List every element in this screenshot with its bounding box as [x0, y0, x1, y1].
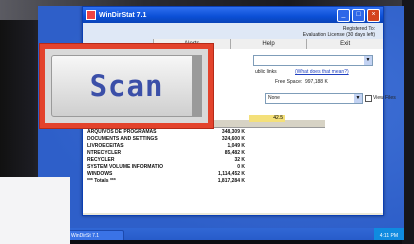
- window-title: WinDirStat 7.1: [99, 11, 147, 19]
- free-space-value: 997,188 K: [305, 79, 328, 85]
- folder-size: 32 K: [234, 157, 245, 163]
- folder-size: 1,049 K: [227, 143, 245, 149]
- taskbar: start WinDirSt 7.1 4:11 PM: [38, 228, 404, 240]
- title-bar[interactable]: WinDirStat 7.1 _ □ ×: [83, 7, 383, 23]
- view-files-checkbox[interactable]: [365, 95, 372, 102]
- minimize-button[interactable]: _: [337, 8, 350, 22]
- filter-select[interactable]: None ▼: [265, 93, 363, 104]
- menu-exit[interactable]: Exit: [306, 39, 384, 49]
- license-label: Evaluation License (30 days left): [302, 32, 375, 38]
- table-row[interactable]: ARQUIVOS DE PROGRAMAS 348,309 K: [87, 129, 387, 136]
- scan-button-edge: [192, 55, 202, 117]
- totals-label: *** Totals ***: [87, 178, 116, 184]
- table-row[interactable]: WINDOWS 1,114,452 K: [87, 171, 387, 178]
- menu-help[interactable]: Help: [229, 39, 307, 49]
- filter-value: None: [268, 95, 280, 101]
- drive-select[interactable]: ▼: [253, 55, 373, 66]
- maximize-button[interactable]: □: [352, 8, 365, 22]
- folder-name: NTRECYCLER: [87, 150, 122, 156]
- close-button[interactable]: ×: [367, 8, 380, 22]
- folder-name: RECYCLER: [87, 157, 115, 163]
- scan-button[interactable]: Scan: [51, 55, 202, 117]
- taskbar-app-button[interactable]: WinDirSt 7.1: [67, 229, 125, 240]
- table-row[interactable]: LIVROECEITAS 1,049 K: [87, 143, 387, 150]
- white-sticker: [0, 177, 70, 244]
- app-icon: [86, 10, 96, 20]
- folder-size: 0 K: [237, 164, 245, 170]
- table-row[interactable]: RECYCLER 32 K: [87, 157, 387, 164]
- folder-name: LIVROECEITAS: [87, 143, 124, 149]
- table-row[interactable]: NTRECYCLER 85,482 K: [87, 150, 387, 157]
- table-row[interactable]: SYSTEM VOLUME INFORMATIO 0 K: [87, 164, 387, 171]
- folder-name: ARQUIVOS DE PROGRAMAS: [87, 129, 157, 135]
- totals-size: 1,817,284 K: [217, 178, 245, 184]
- folder-name: SYSTEM VOLUME INFORMATIO: [87, 164, 164, 170]
- folder-size: 1,114,452 K: [218, 171, 245, 177]
- system-clock: 4:11 PM: [373, 228, 404, 240]
- folder-name: WINDOWS: [87, 171, 113, 177]
- table-row[interactable]: DOCUMENTS AND SETTINGS 324,600 K: [87, 136, 387, 143]
- folder-name: DOCUMENTS AND SETTINGS: [87, 136, 158, 142]
- folder-size: 85,482 K: [224, 150, 245, 156]
- public-links-label: ublic links: [255, 69, 277, 75]
- chevron-down-icon: ▼: [354, 94, 362, 103]
- chevron-down-icon: ▼: [364, 56, 372, 65]
- folder-table: ARQUIVOS DE PROGRAMAS 348,309 K DOCUMENTS…: [87, 129, 387, 185]
- totals-row: *** Totals *** 1,817,284 K: [87, 178, 387, 185]
- size-column-header[interactable]: 42.5: [249, 115, 285, 122]
- free-space-label: Free Space:: [275, 79, 303, 85]
- public-links-help-link[interactable]: (What does that mean?): [295, 69, 349, 75]
- view-files-label: View Files: [373, 95, 396, 101]
- folder-size: 324,600 K: [221, 136, 245, 142]
- scan-highlight-frame: Scan: [40, 44, 213, 128]
- folder-size: 348,309 K: [221, 129, 245, 135]
